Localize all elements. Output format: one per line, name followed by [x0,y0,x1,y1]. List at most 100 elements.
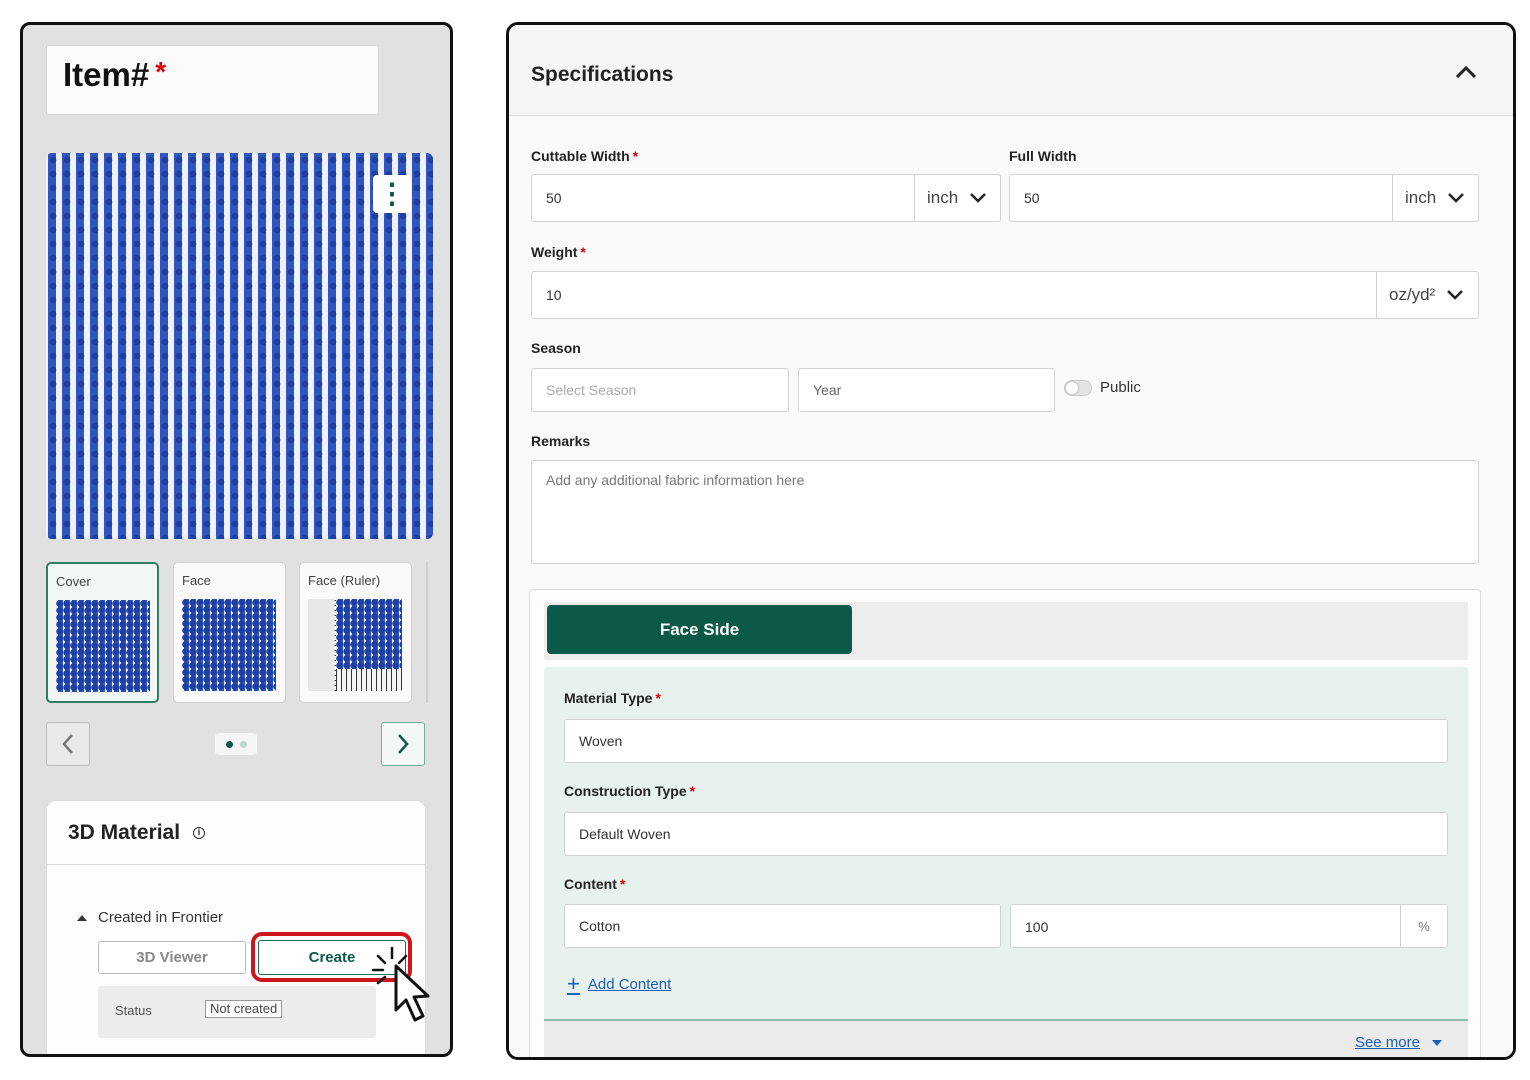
construction-type-label-text: Construction Type [564,783,687,799]
thumbnail-image [56,600,150,692]
construction-type-value: Default Woven [579,826,671,842]
year-input[interactable]: Year [798,368,1055,412]
cuttable-width-label: Cuttable Width * [531,148,638,164]
required-mark: * [632,148,639,164]
specifications-panel: Specifications Cuttable Width * 50 inch F… [506,22,1516,1060]
full-width-unit-select[interactable]: inch [1392,175,1478,221]
construction-type-field[interactable]: Default Woven [564,812,1448,856]
thumbnail-label: Cover [56,574,91,589]
specifications-header[interactable]: Specifications [509,25,1513,116]
thumbnail-face-ruler[interactable]: Face (Ruler) [299,562,412,703]
more-options-icon[interactable]: ⋮ [373,175,411,213]
item-number-label: Item# * [63,56,166,94]
see-more-link[interactable]: See more [1355,1034,1420,1051]
cuttable-width-label-text: Cuttable Width [531,148,630,164]
cursor-click-icon [371,946,430,1022]
content-label-text: Content [564,876,617,892]
material-type-field[interactable]: Woven [564,719,1448,763]
weight-label-text: Weight [531,244,578,260]
season-select[interactable]: Select Season [531,368,789,412]
pager-dot-active[interactable] [225,740,233,748]
material-type-value: Woven [579,733,623,749]
remarks-label: Remarks [531,433,591,449]
weight-field[interactable]: 10 oz/yd² [531,271,1479,319]
chevron-up-icon[interactable] [1455,65,1477,79]
season-placeholder: Select Season [546,382,637,398]
cuttable-width-field[interactable]: 50 inch [531,174,1001,222]
required-mark: * [689,783,696,799]
face-side-body: Material Type * Woven Construction Type * … [544,667,1468,1057]
tab-face-side[interactable]: Face Side [547,605,852,654]
full-width-label: Full Width [1009,148,1077,164]
thumbnail-overflow-edge [426,562,436,703]
full-width-field[interactable]: 50 inch [1009,174,1479,222]
cuttable-width-value: 50 [546,190,562,206]
weight-label: Weight * [531,244,586,260]
public-label: Public [1100,379,1141,396]
carousel-prev-button[interactable] [46,722,90,766]
3d-material-header: 3D Material i [47,801,425,865]
thumbnail-image [182,599,276,691]
info-icon[interactable]: i [193,827,205,839]
weight-unit: oz/yd² [1389,285,1436,304]
material-type-label: Material Type * [564,690,661,706]
percent-unit-text: % [1418,918,1430,934]
add-content-link[interactable]: + Add Content [567,971,672,996]
item-number-field[interactable]: Item# * [46,45,379,115]
chevron-down-icon [1448,193,1465,203]
carousel-next-button[interactable] [381,722,425,766]
caret-down-icon[interactable] [1432,1040,1442,1047]
required-mark: * [580,244,586,260]
status-badge: Not created [205,1000,283,1018]
pager-dot[interactable] [239,740,247,748]
cuttable-width-unit: inch [927,188,959,207]
remarks-placeholder: Add any additional fabric information he… [546,472,805,488]
caret-up-icon[interactable] [77,914,87,922]
thumbnail-face[interactable]: Face [173,562,286,703]
created-in-frontier-label[interactable]: Created in Frontier [98,909,223,926]
plus-icon: + [567,971,580,996]
content-label: Content * [564,876,625,892]
item-number-text: Item# [63,56,150,93]
face-side-footer [544,1019,1468,1057]
thumbnail-image [308,599,402,691]
3d-material-title: 3D Material [68,821,181,844]
content-percent-field[interactable]: 100 % [1010,904,1448,948]
weight-value: 10 [546,287,562,303]
content-fiber-field[interactable]: Cotton [564,904,1001,948]
material-type-label-text: Material Type [564,690,653,706]
chevron-right-icon [398,734,409,754]
ruler-scale [336,669,402,691]
status-label: Status [115,1003,152,1018]
status-row: Status Not created [98,986,376,1038]
weight-unit-select[interactable]: oz/yd² [1376,272,1478,318]
thumbnail-label: Face (Ruler) [308,573,381,588]
item-detail-panel: Item# * ⋮ Cover Face Face (Ruler) 3D Mate… [20,22,453,1057]
chevron-left-icon [62,734,73,754]
thumbnail-cover[interactable]: Cover [46,562,159,703]
remarks-textarea[interactable]: Add any additional fabric information he… [531,460,1479,564]
side-tabs: Face Side [544,602,1468,660]
3d-viewer-button[interactable]: 3D Viewer [98,941,246,974]
cuttable-width-unit-select[interactable]: inch [914,175,1000,221]
construction-type-label: Construction Type * [564,783,695,799]
percent-unit: % [1400,905,1447,947]
thumbnail-label: Face [182,573,211,588]
content-fiber-value: Cotton [579,918,621,934]
full-width-value: 50 [1024,190,1040,206]
required-mark: * [655,690,661,706]
carousel-pager [215,733,257,755]
3d-material-card: 3D Material i Created in Frontier 3D Vie… [46,800,426,1054]
public-toggle[interactable] [1064,380,1092,396]
required-mark: * [155,56,167,87]
specifications-title: Specifications [531,63,674,86]
fabric-main-image: ⋮ [46,153,433,539]
face-side-card: Face Side Material Type * Woven Construct… [529,589,1481,1057]
chevron-down-icon [970,193,987,203]
toggle-knob [1066,382,1078,394]
content-percent-value: 100 [1025,919,1049,935]
specifications-body: Cuttable Width * 50 inch Full Width 50 in… [509,117,1513,1057]
ruler-swatch [336,599,402,669]
required-mark: * [619,876,626,892]
add-content-text: Add Content [587,975,672,993]
